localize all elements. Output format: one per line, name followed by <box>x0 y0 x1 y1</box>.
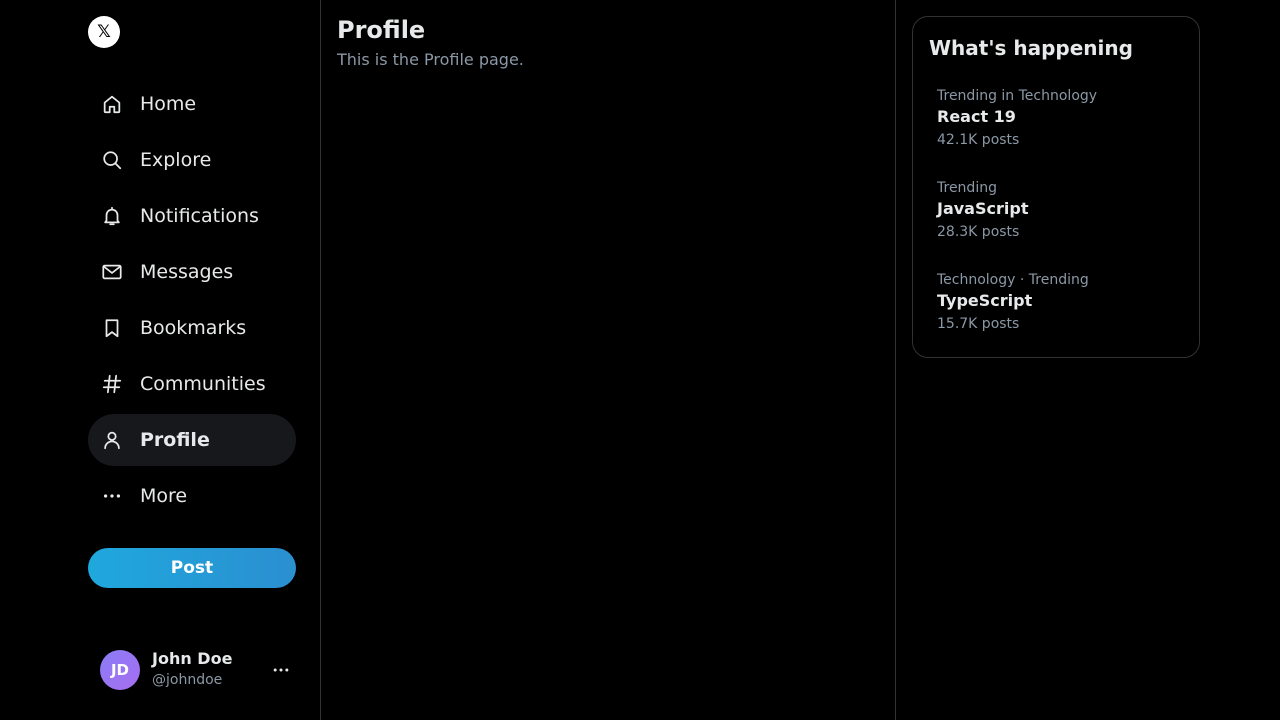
nav-item-more[interactable]: More <box>88 470 296 522</box>
trend-item[interactable]: Technology · Trending TypeScript 15.7K p… <box>921 265 1191 345</box>
trend-count: 28.3K posts <box>937 224 1020 240</box>
post-button[interactable]: Post <box>88 548 296 588</box>
nav-item-home[interactable]: Home <box>88 78 296 130</box>
trends-title: What's happening <box>929 36 1133 60</box>
nav-item-label: Explore <box>140 149 212 171</box>
more-icon <box>100 484 124 508</box>
trend-item[interactable]: Trending JavaScript 28.3K posts <box>921 173 1191 253</box>
trends-panel: What's happening Trending in Technology … <box>912 16 1200 358</box>
account-more-icon[interactable] <box>266 660 296 680</box>
nav-item-profile[interactable]: Profile <box>88 414 296 466</box>
nav-item-label: More <box>140 485 188 507</box>
home-icon <box>100 92 124 116</box>
nav-item-label: Messages <box>140 261 234 283</box>
nav-item-explore[interactable]: Explore <box>88 134 296 186</box>
nav-item-label: Bookmarks <box>140 317 247 339</box>
nav-item-bookmarks[interactable]: Bookmarks <box>88 302 296 354</box>
main-nav: Home Explore Notifications Messages Book… <box>88 78 296 526</box>
left-sidebar: 𝕏 Home Explore Notifications Messages Bo… <box>0 0 321 720</box>
x-logo-icon[interactable]: 𝕏 <box>88 16 120 48</box>
nav-item-label: Communities <box>140 373 266 395</box>
search-icon <box>100 148 124 172</box>
avatar: JD <box>100 650 140 690</box>
trend-name: TypeScript <box>937 291 1033 310</box>
account-info: John Doe @johndoe <box>152 649 266 691</box>
account-handle: @johndoe <box>152 672 223 688</box>
bookmark-icon <box>100 316 124 340</box>
nav-item-label: Profile <box>140 429 210 451</box>
nav-item-label: Notifications <box>140 205 259 227</box>
nav-item-label: Home <box>140 93 197 115</box>
mail-icon <box>100 260 124 284</box>
trend-context: Trending <box>937 180 997 196</box>
trend-name: JavaScript <box>937 199 1029 218</box>
trend-count: 15.7K posts <box>937 316 1020 332</box>
trend-name: React 19 <box>937 107 1016 126</box>
page-title: Profile <box>337 16 426 44</box>
nav-item-notifications[interactable]: Notifications <box>88 190 296 242</box>
nav-item-messages[interactable]: Messages <box>88 246 296 298</box>
hash-icon <box>100 372 124 396</box>
trend-context: Trending in Technology <box>937 88 1098 104</box>
trend-context: Technology · Trending <box>937 272 1089 288</box>
bell-icon <box>100 204 124 228</box>
app-root: 𝕏 Home Explore Notifications Messages Bo… <box>0 0 1280 720</box>
account-switcher[interactable]: JD John Doe @johndoe <box>88 642 296 698</box>
nav-item-communities[interactable]: Communities <box>88 358 296 410</box>
page-subtitle: This is the Profile page. <box>337 50 524 69</box>
trend-item[interactable]: Trending in Technology React 19 42.1K po… <box>921 81 1191 161</box>
account-name: John Doe <box>152 649 233 668</box>
main-column: Profile This is the Profile page. <box>321 0 896 720</box>
trend-count: 42.1K posts <box>937 132 1020 148</box>
user-icon <box>100 428 124 452</box>
